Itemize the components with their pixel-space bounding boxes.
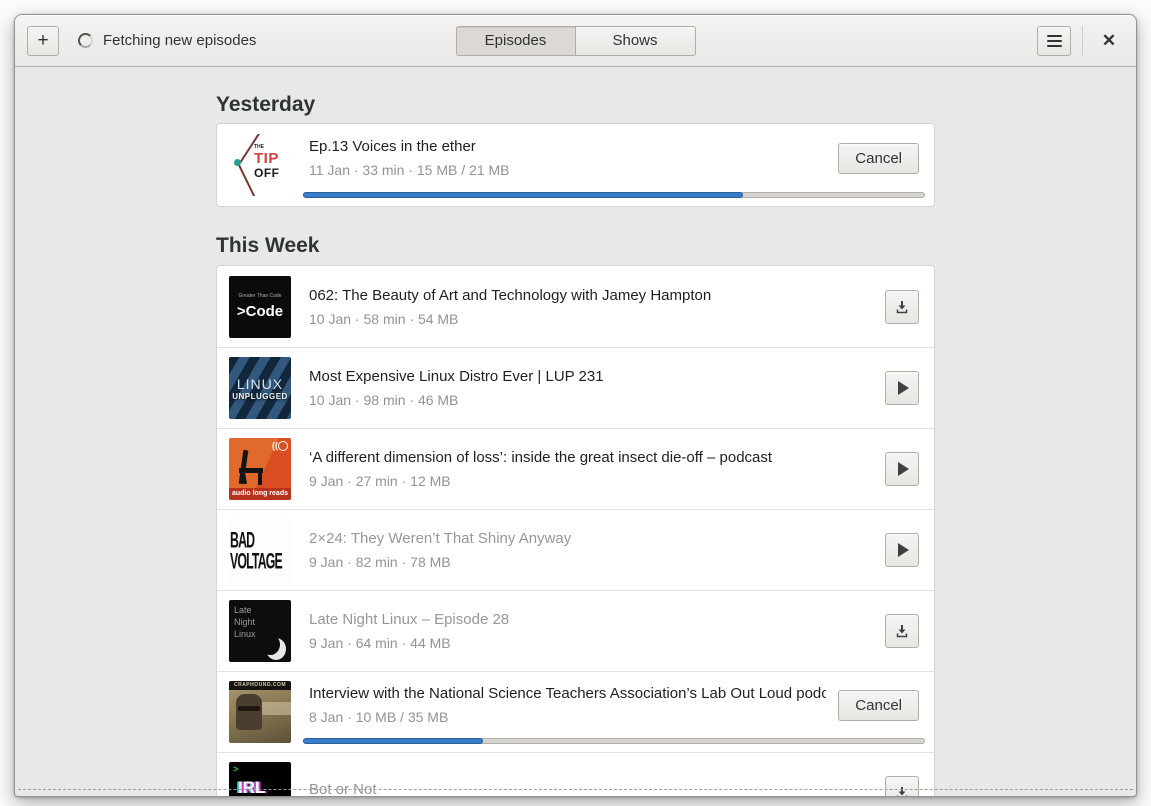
download-icon [896, 787, 908, 796]
artwork-text: VOLTAGE [230, 549, 283, 575]
artwork-text: Late [234, 605, 252, 615]
tab-episodes[interactable]: Episodes [455, 26, 576, 56]
artwork-text: IRL [238, 778, 266, 796]
yesterday-card: THE TIP OFF Ep.13 Voices in the ether 11… [216, 123, 935, 207]
podcast-artwork-late-night-linux: Late Night Linux [229, 600, 291, 662]
episode-info: Most Expensive Linux Distro Ever | LUP 2… [309, 368, 885, 408]
guardian-roundel-icon: (( [272, 441, 288, 451]
close-button[interactable]: ✕ [1094, 26, 1124, 56]
progress-fill [303, 738, 483, 744]
podcast-artwork-greater-than-code: Greater Than Code >Code [229, 275, 291, 338]
download-progress-bar [303, 738, 925, 744]
episode-meta: 9 Jan · 82 min · 78 MB [309, 554, 451, 570]
this-week-card: Greater Than Code >Code 062: The Beauty … [216, 265, 935, 796]
episode-info: Ep.13 Voices in the ether 11 Jan · 33 mi… [309, 138, 838, 178]
episode-info: ‘A different dimension of loss’: inside … [309, 449, 885, 489]
episode-title: Most Expensive Linux Distro Ever | LUP 2… [309, 368, 604, 385]
artwork-text: TIP [254, 150, 279, 167]
episode-row: THE TIP OFF Ep.13 Voices in the ether 11… [217, 124, 934, 206]
progress-fill [303, 192, 744, 198]
episode-title: Late Night Linux – Episode 28 [309, 611, 510, 628]
menu-button[interactable] [1037, 25, 1071, 56]
episodes-column: Yesterday THE TIP OFF Ep.13 Voices in th… [216, 93, 935, 796]
artwork-text: UNPLUGGED [232, 391, 288, 401]
cancel-download-button[interactable]: Cancel [838, 142, 919, 174]
podcast-artwork-bad-voltage: BAD VOLTAGE [229, 519, 291, 581]
download-button[interactable] [885, 614, 919, 648]
podcasts-window: + Fetching new episodes Episodes Shows ✕… [14, 14, 1137, 797]
artwork-shape [236, 694, 262, 730]
status-text: Fetching new episodes [103, 32, 257, 49]
artwork-shape [259, 702, 291, 715]
episode-title: Ep.13 Voices in the ether [309, 138, 476, 155]
view-switcher: Episodes Shows [455, 26, 696, 56]
download-progress-bar [303, 192, 925, 198]
tab-shows[interactable]: Shows [575, 26, 696, 56]
artwork-text: Late Night Linux [234, 604, 256, 640]
artwork-text: Greater Than Code [238, 293, 282, 299]
artwork-shape [258, 471, 262, 485]
artwork-text: OFF [254, 166, 280, 180]
artwork-text: > [233, 764, 239, 774]
episode-info: Interview with the National Science Teac… [309, 685, 838, 725]
crescent-moon-icon [261, 632, 286, 660]
episode-meta: 9 Jan · 27 min · 12 MB [309, 473, 451, 489]
section-heading-this-week: This Week [216, 234, 320, 257]
episode-row: LINUX UNPLUGGED Most Expensive Linux Dis… [217, 347, 934, 428]
download-button[interactable] [885, 776, 919, 796]
play-button[interactable] [885, 533, 919, 567]
artwork-text: >Code [236, 303, 284, 320]
add-podcast-button[interactable]: + [27, 25, 59, 56]
artwork-text: audio long reads [229, 488, 291, 500]
podcast-artwork-the-tip-off: THE TIP OFF [229, 134, 291, 196]
episode-row: BAD VOLTAGE 2×24: They Weren’t That Shin… [217, 509, 934, 590]
artwork-text: Night [234, 617, 256, 628]
artwork-text: LINUX [236, 375, 284, 392]
episodes-view: Yesterday THE TIP OFF Ep.13 Voices in th… [15, 67, 1136, 796]
episode-title: Interview with the National Science Teac… [309, 685, 827, 702]
episode-meta: 10 Jan · 98 min · 46 MB [309, 392, 459, 408]
hamburger-icon [1046, 34, 1062, 47]
download-icon [896, 300, 908, 313]
play-icon [898, 543, 909, 557]
podcast-artwork-irl: > IRL [229, 762, 291, 796]
focus-outline [18, 789, 1133, 790]
download-icon [896, 625, 908, 638]
header-separator [1082, 25, 1083, 56]
play-button[interactable] [885, 371, 919, 405]
cancel-download-button[interactable]: Cancel [838, 689, 919, 721]
episode-row: Late Night Linux Late Night Linux – Epis… [217, 590, 934, 671]
artwork-text: Linux [234, 629, 256, 640]
episode-title: ‘A different dimension of loss’: inside … [309, 449, 773, 466]
artwork-text: THE TIP OFF [254, 145, 280, 180]
podcast-artwork-audio-long-reads: (( audio long reads [229, 438, 291, 500]
download-button[interactable] [885, 289, 919, 324]
artwork-shape [238, 706, 260, 711]
header-right-group: ✕ [1037, 25, 1124, 56]
play-icon [898, 462, 909, 476]
podcast-artwork-linux-unplugged: LINUX UNPLUGGED [229, 357, 291, 419]
episode-meta: 9 Jan · 64 min · 44 MB [309, 635, 451, 651]
headerbar: + Fetching new episodes Episodes Shows ✕ [15, 15, 1136, 67]
episode-meta: 11 Jan · 33 min · 15 MB / 21 MB [309, 162, 510, 178]
artwork-shape [234, 159, 241, 166]
episode-row: (( audio long reads ‘A different dimensi… [217, 428, 934, 509]
loading-spinner-icon [78, 33, 93, 48]
podcast-artwork-craphound: CRAPHOUND.COM [229, 681, 291, 743]
episode-title: 2×24: They Weren’t That Shiny Anyway [309, 530, 572, 547]
artwork-text: CRAPHOUND.COM [229, 681, 291, 690]
section-heading-yesterday: Yesterday [216, 93, 316, 116]
episode-meta: 8 Jan · 10 MB / 35 MB [309, 709, 449, 725]
episode-row: CRAPHOUND.COM Interview with the Nationa… [217, 671, 934, 752]
episode-info: 062: The Beauty of Art and Technology wi… [309, 287, 885, 327]
episode-meta: 10 Jan · 58 min · 54 MB [309, 310, 459, 327]
episode-info: 2×24: They Weren’t That Shiny Anyway 9 J… [309, 530, 885, 570]
episode-row: Greater Than Code >Code 062: The Beauty … [217, 266, 934, 347]
episode-title: 062: The Beauty of Art and Technology wi… [309, 286, 712, 304]
play-icon [898, 381, 909, 395]
episode-info: Late Night Linux – Episode 28 9 Jan · 64… [309, 611, 885, 651]
play-button[interactable] [885, 452, 919, 486]
